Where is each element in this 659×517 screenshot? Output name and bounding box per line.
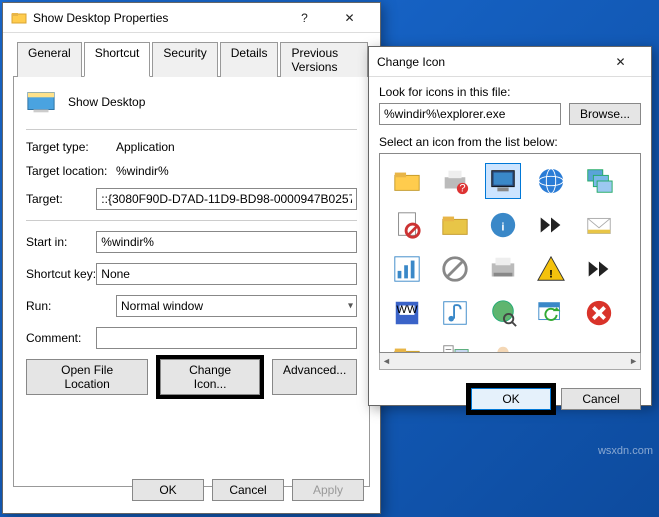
run-label: Run: — [26, 299, 116, 313]
fast-forward-icon[interactable] — [534, 208, 568, 242]
tab-security[interactable]: Security — [152, 42, 217, 77]
open-file-location-button[interactable]: Open File Location — [26, 359, 148, 395]
look-for-label: Look for icons in this file: — [379, 85, 641, 99]
disk-label-icon[interactable]: WW — [390, 296, 424, 330]
change-icon-titlebar: Change Icon ✕ — [369, 47, 651, 77]
globe-search-icon[interactable] — [486, 296, 520, 330]
apply-button[interactable]: Apply — [292, 479, 364, 501]
folder-star-icon[interactable] — [438, 208, 472, 242]
browse-button[interactable]: Browse... — [569, 103, 641, 125]
scroll-right-icon[interactable]: ► — [629, 356, 638, 366]
select-icon-label: Select an icon from the list below: — [379, 135, 641, 149]
shortcut-pane: Show Desktop Target type: Application Ta… — [13, 77, 370, 487]
properties-window: Show Desktop Properties ? ✕ General Shor… — [2, 2, 381, 514]
printer-help-icon[interactable]: ? — [438, 164, 472, 198]
chevron-down-icon: ▾ — [348, 301, 353, 312]
fast-forward2-icon[interactable] — [582, 252, 616, 286]
chart-icon[interactable] — [390, 252, 424, 286]
shortcut-key-label: Shortcut key: — [26, 267, 96, 281]
change-icon-window: Change Icon ✕ Look for icons in this fil… — [368, 46, 652, 406]
warning-icon[interactable]: ! — [534, 252, 568, 286]
tab-previous-versions[interactable]: Previous Versions — [280, 42, 368, 77]
tab-general[interactable]: General — [17, 42, 82, 77]
mail-icon[interactable] — [582, 208, 616, 242]
advanced-button[interactable]: Advanced... — [272, 359, 357, 395]
target-input[interactable] — [96, 188, 357, 210]
comment-input[interactable] — [96, 327, 357, 349]
windows-cascade-icon[interactable] — [582, 164, 616, 198]
globe-icon[interactable] — [534, 164, 568, 198]
ok-button[interactable]: OK — [132, 479, 204, 501]
change-icon-close-button[interactable]: ✕ — [598, 48, 643, 76]
target-type-value: Application — [116, 140, 357, 154]
error-icon[interactable] — [582, 296, 616, 330]
svg-text:i: i — [501, 222, 504, 234]
properties-footer: OK Cancel Apply — [132, 479, 364, 501]
separator-1 — [26, 129, 357, 130]
run-select[interactable] — [116, 295, 357, 317]
tab-details[interactable]: Details — [220, 42, 279, 77]
monitor-icon[interactable] — [486, 164, 520, 198]
close-button[interactable]: ✕ — [327, 4, 372, 32]
tabs-row: General Shortcut Security Details Previo… — [13, 41, 370, 77]
list-app-icon[interactable] — [438, 340, 472, 353]
tab-shortcut[interactable]: Shortcut — [84, 42, 151, 77]
change-icon-cancel-button[interactable]: Cancel — [561, 388, 641, 410]
svg-text:WW: WW — [396, 304, 418, 316]
fax-icon[interactable] — [486, 252, 520, 286]
show-desktop-icon — [26, 87, 56, 117]
shortcut-key-input[interactable] — [96, 263, 357, 285]
change-icon-ok-button[interactable]: OK — [471, 388, 551, 410]
cancel-button[interactable]: Cancel — [212, 479, 284, 501]
properties-content: General Shortcut Security Details Previo… — [3, 33, 380, 495]
blocked-icon[interactable] — [438, 252, 472, 286]
change-icon-button[interactable]: Change Icon... — [160, 359, 260, 395]
folder-icon[interactable] — [390, 164, 424, 198]
separator-2 — [26, 220, 357, 221]
watermark-text: wsxdn.com — [598, 445, 653, 457]
target-label: Target: — [26, 192, 96, 206]
svg-text:!: ! — [549, 268, 553, 280]
svg-text:?: ? — [459, 182, 465, 194]
folder2-icon[interactable] — [390, 340, 424, 353]
scroll-left-icon[interactable]: ◄ — [382, 356, 391, 366]
start-in-label: Start in: — [26, 235, 96, 249]
header-name: Show Desktop — [68, 95, 145, 109]
target-location-value: %windir% — [116, 164, 357, 178]
user-icon[interactable] — [486, 340, 520, 353]
start-in-input[interactable] — [96, 231, 357, 253]
file-path-input[interactable] — [379, 103, 561, 125]
properties-titlebar: Show Desktop Properties ? ✕ — [3, 3, 380, 33]
target-type-label: Target type: — [26, 140, 116, 154]
icon-listbox[interactable]: ? i! WW — [379, 153, 641, 353]
document-blocked-icon[interactable] — [390, 208, 424, 242]
target-location-label: Target location: — [26, 164, 116, 178]
info-icon[interactable]: i — [486, 208, 520, 242]
change-icon-content: Look for icons in this file: Browse... S… — [369, 77, 651, 418]
comment-label: Comment: — [26, 331, 96, 345]
properties-title: Show Desktop Properties — [33, 11, 282, 25]
window-refresh-icon[interactable] — [534, 296, 568, 330]
folder-icon — [11, 10, 27, 26]
change-icon-title: Change Icon — [377, 55, 598, 69]
help-button[interactable]: ? — [282, 4, 327, 32]
music-note-icon[interactable] — [438, 296, 472, 330]
horizontal-scrollbar[interactable]: ◄ ► — [379, 353, 641, 370]
